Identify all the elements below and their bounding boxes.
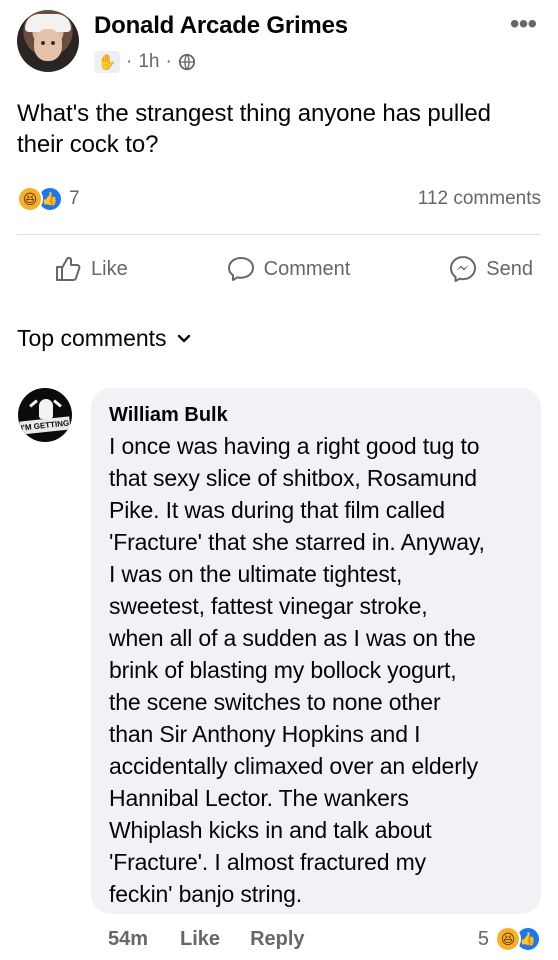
- globe-icon: [178, 53, 195, 71]
- avatar-caption: I'M GETTING: [19, 416, 71, 435]
- chevron-down-icon: [177, 334, 190, 343]
- commenter-avatar[interactable]: I'M GETTING: [18, 388, 72, 442]
- avatar-face-shape: [34, 29, 62, 61]
- like-icon: [56, 256, 81, 281]
- post-actions: Like Comment Send: [17, 246, 541, 292]
- hand-badge-icon: ✋: [94, 51, 120, 73]
- comment-icon: [227, 257, 254, 281]
- comment-time[interactable]: 54m: [108, 928, 148, 951]
- avatar-eye-right: [51, 41, 55, 45]
- like-button[interactable]: Like: [17, 250, 158, 288]
- reaction-count[interactable]: 7: [69, 188, 80, 210]
- author-avatar[interactable]: [17, 10, 79, 72]
- more-options-icon[interactable]: •••: [506, 8, 540, 39]
- reactions-row: 😆 👍 7 112 comments: [17, 182, 541, 216]
- top-comments-label: Top comments: [17, 325, 167, 351]
- avatar-arm-left: [29, 399, 38, 408]
- dot-separator-2: ·: [165, 51, 172, 72]
- avatar-eye-left: [41, 41, 45, 45]
- comment-label: Comment: [263, 257, 351, 280]
- send-button[interactable]: Send: [418, 250, 541, 288]
- comment-text: I once was having a right good tug to th…: [109, 433, 485, 907]
- haha-reaction-icon: 😆: [495, 926, 521, 952]
- top-comments-dropdown[interactable]: Top comments: [17, 325, 191, 352]
- comment-button[interactable]: Comment: [196, 250, 381, 288]
- reaction-icons[interactable]: 😆 👍: [17, 186, 63, 212]
- dot-separator: ·: [126, 51, 133, 72]
- comment-reply-button[interactable]: Reply: [250, 928, 304, 951]
- post-author-name[interactable]: Donald Arcade Grimes: [94, 12, 348, 40]
- comments-count[interactable]: 112 comments: [418, 188, 541, 210]
- commenter-name[interactable]: William Bulk: [109, 402, 523, 428]
- comment-like-button[interactable]: Like: [180, 928, 220, 951]
- actions-divider: [17, 234, 541, 235]
- post-header: Donald Arcade Grimes ✋ · 1h · •••: [0, 0, 558, 90]
- like-label: Like: [91, 257, 128, 280]
- comment-reactions[interactable]: 5 😆 👍: [478, 926, 541, 952]
- comment-bubble: William Bulk I once was having a right g…: [91, 388, 541, 914]
- post-time[interactable]: 1h: [138, 51, 159, 73]
- avatar-arm-right: [53, 399, 62, 408]
- comment-footer: 54m Like Reply 5 😆 👍: [108, 922, 541, 956]
- post-text: What's the strangest thing anyone has pu…: [17, 100, 491, 158]
- post-meta: ✋ · 1h ·: [94, 50, 196, 74]
- avatar-figure: [39, 399, 53, 419]
- messenger-icon: [450, 256, 477, 282]
- comment-reaction-count: 5: [477, 927, 489, 950]
- send-label: Send: [486, 257, 533, 280]
- haha-reaction-icon: 😆: [17, 186, 43, 212]
